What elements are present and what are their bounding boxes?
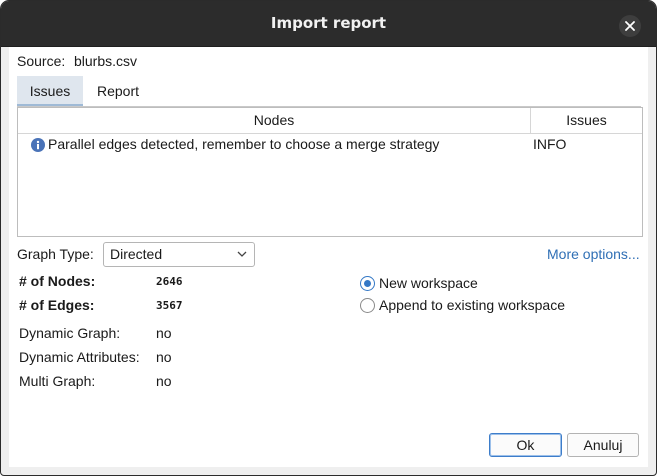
dialog-title: Import report xyxy=(270,14,387,32)
nodes-count-label: # of Nodes: xyxy=(19,273,96,289)
dialog-content: Source: blurbs.csv Issues Report Nodes I… xyxy=(9,47,648,467)
multi-graph-value: no xyxy=(156,373,172,389)
graph-type-select[interactable]: Directed xyxy=(103,242,255,267)
info-icon xyxy=(31,138,45,152)
dynamic-attributes-value: no xyxy=(156,349,172,365)
tab-issues[interactable]: Issues xyxy=(17,76,83,106)
graph-type-value: Directed xyxy=(110,246,163,262)
import-report-dialog: Import report Source: blurbs.csv Issues … xyxy=(0,0,657,476)
multi-graph-label: Multi Graph: xyxy=(19,373,96,389)
graph-type-label: Graph Type: xyxy=(17,246,94,262)
new-workspace-radio[interactable] xyxy=(360,276,375,291)
table-header: Nodes Issues xyxy=(18,108,642,134)
dynamic-graph-label: Dynamic Graph: xyxy=(19,325,121,341)
edges-count-value: 3567 xyxy=(156,299,183,312)
close-button[interactable] xyxy=(619,15,641,37)
tab-report[interactable]: Report xyxy=(85,76,151,106)
source-label: Source: xyxy=(17,53,66,69)
issues-table: Nodes Issues Parallel edges detected, re… xyxy=(17,107,643,237)
tab-bar: Issues Report xyxy=(17,76,641,107)
append-workspace-radio[interactable] xyxy=(360,298,375,313)
new-workspace-label[interactable]: New workspace xyxy=(379,275,478,291)
dynamic-graph-value: no xyxy=(156,325,172,341)
append-workspace-label[interactable]: Append to existing workspace xyxy=(379,297,565,313)
column-header-nodes[interactable]: Nodes xyxy=(18,108,530,133)
dynamic-attributes-label: Dynamic Attributes: xyxy=(19,349,140,365)
close-icon xyxy=(625,21,635,31)
table-row[interactable]: Parallel edges detected, remember to cho… xyxy=(18,134,642,156)
more-options-link[interactable]: More options... xyxy=(547,246,640,262)
nodes-count-value: 2646 xyxy=(156,275,183,288)
cancel-button[interactable]: Anuluj xyxy=(567,433,639,457)
ok-button[interactable]: Ok xyxy=(489,433,562,457)
column-header-issues[interactable]: Issues xyxy=(531,108,642,133)
issue-message: Parallel edges detected, remember to cho… xyxy=(48,136,440,152)
issue-level: INFO xyxy=(533,136,567,152)
source-file: blurbs.csv xyxy=(74,53,138,69)
chevron-down-icon xyxy=(237,251,247,257)
edges-count-label: # of Edges: xyxy=(19,297,95,313)
title-bar[interactable]: Import report xyxy=(1,1,656,47)
